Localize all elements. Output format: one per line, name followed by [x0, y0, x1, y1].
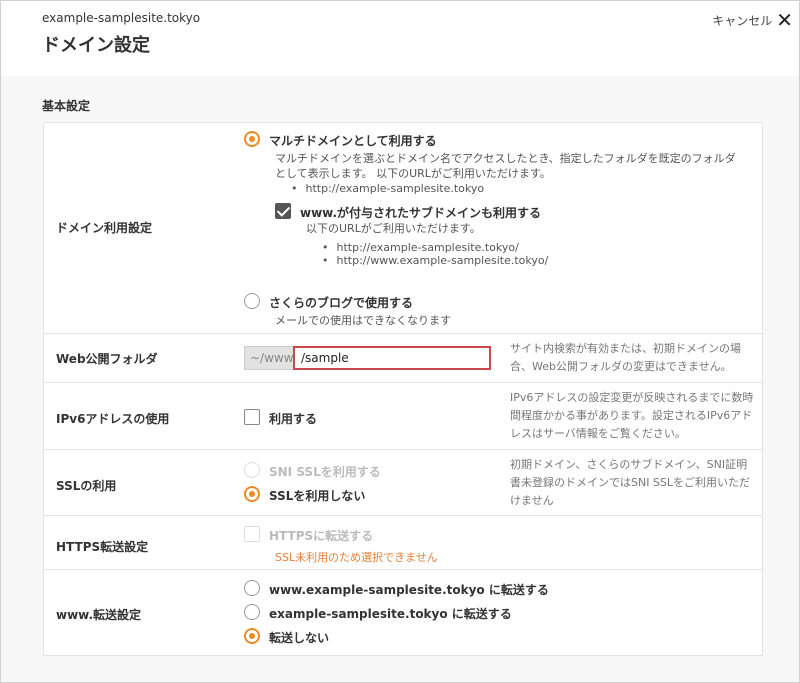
- dialog-header: example-samplesite.tokyo ドメイン設定 キャンセル ✕: [1, 1, 799, 76]
- no-ssl-label: SSLを利用しない: [269, 489, 366, 503]
- web-folder-note: サイト内検索が有効または、初期ドメインの場合、Web公開フォルダの変更はできませ…: [510, 342, 741, 373]
- close-icon[interactable]: ✕: [776, 10, 793, 30]
- www-redirect-label: www.転送設定: [56, 608, 142, 622]
- radio-redirect-www[interactable]: [244, 580, 260, 596]
- redirect-www-label: www.example-samplesite.tokyo に転送する: [269, 583, 549, 597]
- web-folder-label: Web公開フォルダ: [56, 352, 158, 366]
- ssl-label: SSLの利用: [56, 479, 117, 493]
- redirect-bare-label: example-samplesite.tokyo に転送する: [269, 607, 512, 621]
- https-row: HTTPS転送設定 HTTPSに転送する SSL未利用のため選択できません: [44, 516, 762, 570]
- radio-no-ssl[interactable]: [244, 486, 260, 502]
- site-domain: example-samplesite.tokyo: [42, 11, 201, 25]
- settings-panel: ドメイン利用設定 マルチドメインとして利用する マルチドメインを選ぶとドメイン名…: [43, 122, 763, 656]
- radio-redirect-bare[interactable]: [244, 604, 260, 620]
- checkbox-www-subdomain[interactable]: [275, 203, 291, 219]
- https-label: HTTPS転送設定: [56, 540, 149, 554]
- www-redirect-row: www.転送設定 www.example-samplesite.tokyo に転…: [44, 570, 762, 655]
- radio-no-redirect[interactable]: [244, 628, 260, 644]
- ipv6-note: IPv6アドレスの設定変更が反映されるまでに数時間程度かかる事があります。設定さ…: [510, 391, 754, 440]
- www-subdomain-desc: 以下のURLがご利用いただけます。: [306, 222, 481, 235]
- checkbox-https: [244, 526, 260, 542]
- ipv6-label: IPv6アドレスの使用: [56, 412, 170, 426]
- web-folder-prefix: ~/www: [244, 346, 294, 370]
- www-subdomain-label: www.が付与されたサブドメインも利用する: [300, 206, 542, 220]
- page-title: ドメイン設定: [42, 35, 150, 56]
- radio-sakura-blog[interactable]: [244, 293, 260, 309]
- ssl-note: 初期ドメイン、さくらのサブドメイン、SNI証明書未登録のドメインではSNI SS…: [510, 458, 751, 507]
- dialog: example-samplesite.tokyo ドメイン設定 キャンセル ✕ …: [0, 0, 800, 683]
- www-url-item-2: http://www.example-samplesite.tokyo/: [322, 254, 549, 267]
- ssl-row: SSLの利用 SNI SSLを利用する SSLを利用しない 初期ドメイン、さくら…: [44, 450, 762, 516]
- domain-usage-row: ドメイン利用設定 マルチドメインとして利用する マルチドメインを選ぶとドメイン名…: [44, 123, 762, 334]
- cancel-button[interactable]: キャンセル ✕: [712, 10, 793, 30]
- sakura-blog-desc: メールでの使用はできなくなります: [275, 314, 451, 327]
- radio-multi-domain[interactable]: [244, 131, 260, 147]
- radio-sni-ssl: [244, 462, 260, 478]
- checkbox-ipv6[interactable]: [244, 409, 260, 425]
- sakura-blog-label: さくらのブログで使用する: [269, 296, 414, 310]
- no-redirect-label: 転送しない: [269, 631, 330, 645]
- ipv6-row: IPv6アドレスの使用 利用する IPv6アドレスの設定変更が反映されるまでに数…: [44, 383, 762, 450]
- www-url-item-1: http://example-samplesite.tokyo/: [322, 241, 519, 254]
- cancel-label: キャンセル: [712, 13, 773, 28]
- web-folder-input[interactable]: [293, 346, 491, 370]
- multi-domain-desc: マルチドメインを選ぶとドメイン名でアクセスしたとき、指定したフォルダを既定のフォ…: [275, 152, 736, 180]
- domain-usage-label: ドメイン利用設定: [56, 221, 153, 235]
- multi-domain-label: マルチドメインとして利用する: [269, 134, 437, 148]
- ipv6-option-label: 利用する: [269, 412, 318, 426]
- multi-url-item: http://example-samplesite.tokyo: [291, 182, 485, 195]
- sni-ssl-label: SNI SSLを利用する: [269, 465, 381, 479]
- https-warning: SSL未利用のため選択できません: [275, 551, 438, 564]
- https-option-label: HTTPSに転送する: [269, 529, 374, 543]
- section-title: 基本設定: [42, 99, 91, 113]
- web-folder-row: Web公開フォルダ ~/www サイト内検索が有効または、初期ドメインの場合、W…: [44, 334, 762, 383]
